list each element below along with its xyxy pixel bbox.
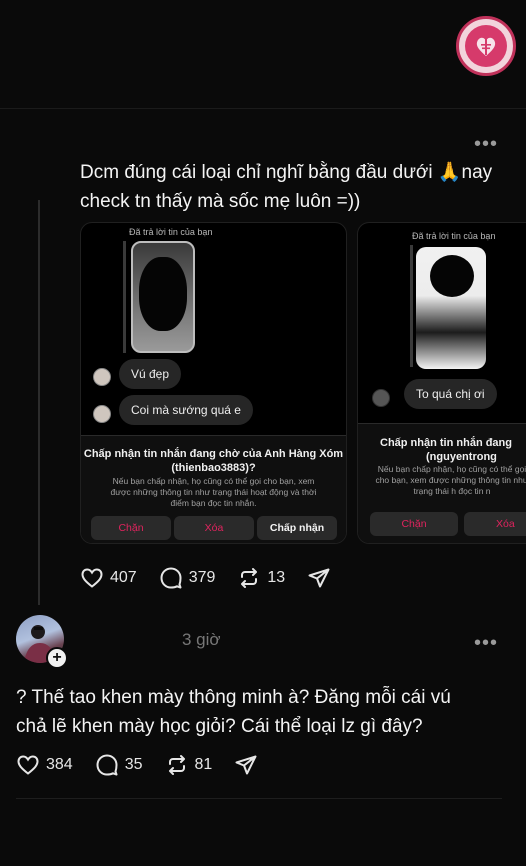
message-bubble: Coi mà sướng quá e [119,395,253,425]
request-title: Chấp nhận tin nhắn đang (nguyentrong [380,436,512,464]
like-button[interactable]: 407 [80,566,137,590]
post-text: Dcm đúng cái loại chỉ nghĩ bằng đầu dưới… [80,158,520,216]
request-body: Nếu bạn chấp nhận, họ cũng có thể gọi ch… [375,464,526,496]
repost-button[interactable]: 81 [165,753,213,777]
reply-actions: 384 35 81 [16,753,286,777]
quote-line [410,245,413,367]
reply-label: Đã trả lời tin của bạn [412,231,496,241]
accept-button[interactable]: Chấp nhận [257,516,337,540]
reply-text: ? Thế tao khen mày thông minh à? Đăng mỗ… [16,683,516,741]
sender-avatar [93,405,111,423]
reply-time: 3 giờ [182,630,221,649]
heart-icon [17,755,39,775]
request-title-line-1: Chấp nhận tin nhắn đang [380,437,512,449]
share-button[interactable] [307,566,337,590]
request-title: Chấp nhận tin nhắn đang chờ của Anh Hàng… [81,447,346,475]
thread-line [38,200,40,605]
request-title-line-2: (thienbao3883)? [171,462,256,474]
story-photo [131,241,195,353]
message-request-panel: Chấp nhận tin nhắn đang chờ của Anh Hàng… [81,435,346,543]
heart-icon [81,568,103,588]
post-text-line-1: Dcm đúng cái loại chỉ nghĩ bằng đầu dưới… [80,162,493,183]
block-button[interactable]: Chặn [91,516,171,540]
comment-bubble-icon [160,567,182,589]
reply-label: Đã trả lời tin của bạn [129,227,213,237]
delete-button[interactable]: Xóa [464,512,526,536]
like-button[interactable]: 384 [16,753,73,777]
like-count: 407 [110,569,137,586]
comment-count: 35 [124,756,143,773]
repost-button[interactable]: 13 [237,566,285,590]
request-title-line-1: Chấp nhận tin nhắn đang chờ của Anh Hàng… [83,448,344,460]
send-icon [308,568,330,588]
message-bubble: To quá chị ơi [404,379,497,409]
story-photo [416,247,486,369]
sender-avatar [93,368,111,386]
like-count: 384 [46,756,73,773]
sender-avatar [372,389,390,407]
top-divider [0,108,526,109]
send-icon [235,755,257,775]
reply-text-line-2: chả lẽ khen mày học giỏi? Cái thể loại l… [16,716,423,737]
post-actions: 407 379 13 [80,566,359,590]
delete-button[interactable]: Xóa [174,516,254,540]
reply-text-line-1: ? Thế tao khen mày thông minh à? Đăng mỗ… [16,687,451,708]
watermark-logo [456,16,516,76]
repost-count: 81 [194,756,213,773]
post-text-line-2: check tn thấy mà sốc mẹ luôn =)) [80,191,361,212]
repost-icon [168,755,185,775]
comment-bubble-icon [96,754,118,776]
block-button[interactable]: Chặn [370,512,458,536]
post-more-icon[interactable]: ••• [474,134,498,154]
repost-count: 13 [267,569,286,586]
comment-button[interactable]: 379 [159,566,216,590]
request-title-line-2: (nguyentrong [426,451,497,463]
comment-count: 379 [188,569,216,586]
share-button[interactable] [234,753,264,777]
repost-icon [241,568,258,588]
comment-button[interactable]: 35 [95,753,143,777]
message-request-panel: Chấp nhận tin nhắn đang (nguyentrong Nếu… [358,423,526,543]
request-body: Nếu bạn chấp nhận, họ cũng có thể gọi ch… [110,476,317,508]
attached-screenshot-1[interactable]: Đã trả lời tin của bạn Vú đẹp Coi mà sướ… [80,222,347,544]
quote-line [123,241,126,353]
message-bubble: Vú đẹp [119,359,182,389]
bottom-divider [16,798,502,799]
reply-more-icon[interactable]: ••• [474,633,498,653]
attached-screenshot-2[interactable]: Đã trả lời tin của bạn To quá chị ơi Chấ… [357,222,526,544]
follow-plus-icon[interactable]: + [46,647,68,669]
